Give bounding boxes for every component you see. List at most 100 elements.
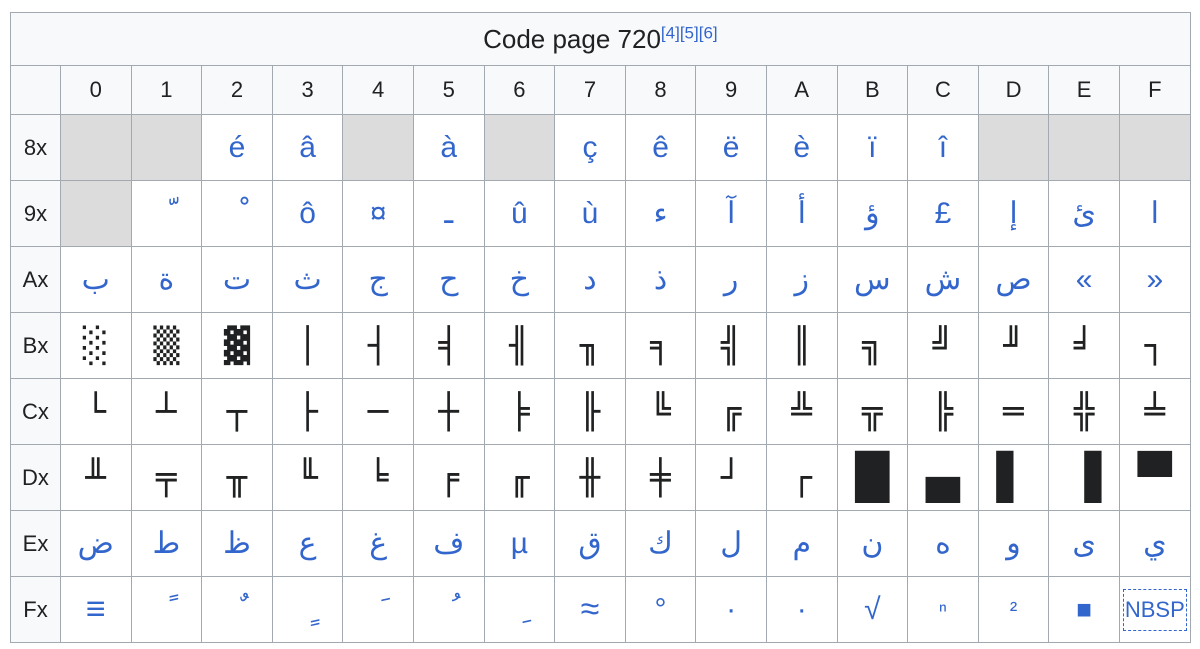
- char-cell[interactable]: ٍ: [271, 576, 344, 643]
- char-cell[interactable]: ِ: [483, 576, 556, 643]
- char-cell[interactable]: µ: [483, 510, 556, 577]
- char-cell[interactable]: û: [483, 180, 556, 247]
- char-cell[interactable]: ▀: [1118, 444, 1191, 511]
- char-cell[interactable]: ╒: [412, 444, 485, 511]
- char-cell[interactable]: ô: [271, 180, 344, 247]
- char-cell[interactable]: ■: [1048, 576, 1120, 643]
- char-cell[interactable]: أ: [765, 180, 838, 247]
- char-cell[interactable]: »: [1118, 246, 1191, 313]
- char-cell[interactable]: ≈: [554, 576, 626, 643]
- char-cell[interactable]: ╗: [836, 312, 909, 379]
- char-cell[interactable]: ╘: [342, 444, 414, 511]
- char-cell[interactable]: ┼: [412, 378, 485, 445]
- char-cell[interactable]: ظ: [201, 510, 273, 577]
- char-cell[interactable]: د: [554, 246, 626, 313]
- char-cell[interactable]: ع: [271, 510, 344, 577]
- char-cell[interactable]: ┘: [695, 444, 767, 511]
- char-cell[interactable]: £: [907, 180, 979, 247]
- char-cell[interactable]: ╓: [483, 444, 556, 511]
- char-cell[interactable]: ّ: [130, 180, 203, 247]
- char-cell[interactable]: █: [836, 444, 909, 511]
- char-cell[interactable]: à: [412, 114, 485, 181]
- char-cell[interactable]: °: [624, 576, 697, 643]
- char-cell[interactable]: ²: [977, 576, 1050, 643]
- char-cell[interactable]: و: [977, 510, 1050, 577]
- char-cell[interactable]: ╣: [695, 312, 767, 379]
- char-cell[interactable]: خ: [483, 246, 556, 313]
- char-cell[interactable]: ش: [907, 246, 979, 313]
- char-cell[interactable]: ╙: [271, 444, 344, 511]
- char-cell[interactable]: ╕: [624, 312, 697, 379]
- char-cell[interactable]: ث: [271, 246, 344, 313]
- char-cell[interactable]: └: [60, 378, 132, 445]
- char-cell[interactable]: ▄: [907, 444, 979, 511]
- char-cell[interactable]: ج: [342, 246, 414, 313]
- char-cell[interactable]: ر: [695, 246, 767, 313]
- char-cell[interactable]: ╫: [554, 444, 626, 511]
- char-cell[interactable]: ة: [130, 246, 203, 313]
- char-cell[interactable]: ╩: [765, 378, 838, 445]
- char-cell[interactable]: ë: [695, 114, 767, 181]
- char-cell[interactable]: ض: [60, 510, 132, 577]
- char-cell[interactable]: ذ: [624, 246, 697, 313]
- char-cell[interactable]: ·: [765, 576, 838, 643]
- char-cell[interactable]: ╡: [412, 312, 485, 379]
- char-cell[interactable]: ╪: [624, 444, 697, 511]
- char-cell[interactable]: ل: [695, 510, 767, 577]
- char-cell[interactable]: ْ: [201, 180, 273, 247]
- char-cell[interactable]: ╬: [1048, 378, 1120, 445]
- char-cell[interactable]: ص: [977, 246, 1050, 313]
- char-cell[interactable]: ▓: [201, 312, 273, 379]
- char-cell[interactable]: ╥: [201, 444, 273, 511]
- char-cell[interactable]: ç: [554, 114, 626, 181]
- char-cell[interactable]: ┤: [342, 312, 414, 379]
- char-cell[interactable]: ⁿ: [907, 576, 979, 643]
- char-cell[interactable]: ù: [554, 180, 626, 247]
- char-cell[interactable]: إ: [977, 180, 1050, 247]
- char-cell[interactable]: ٌ: [201, 576, 273, 643]
- char-cell[interactable]: ║: [765, 312, 838, 379]
- char-cell[interactable]: ╚: [624, 378, 697, 445]
- char-cell[interactable]: ط: [130, 510, 203, 577]
- char-cell[interactable]: ═: [977, 378, 1050, 445]
- char-cell[interactable]: ├: [271, 378, 344, 445]
- char-cell[interactable]: ╝: [907, 312, 979, 379]
- char-cell[interactable]: َ: [342, 576, 414, 643]
- char-cell[interactable]: غ: [342, 510, 414, 577]
- char-cell[interactable]: ╜: [977, 312, 1050, 379]
- char-cell-nbsp[interactable]: NBSP: [1118, 576, 1191, 643]
- char-cell[interactable]: é: [201, 114, 273, 181]
- char-cell[interactable]: ى: [1048, 510, 1120, 577]
- char-cell[interactable]: ً: [130, 576, 203, 643]
- char-cell[interactable]: ئ: [1048, 180, 1120, 247]
- char-cell[interactable]: ╟: [554, 378, 626, 445]
- char-cell[interactable]: ▐: [1048, 444, 1120, 511]
- char-cell[interactable]: ╛: [1048, 312, 1120, 379]
- char-cell[interactable]: ز: [765, 246, 838, 313]
- char-cell[interactable]: è: [765, 114, 838, 181]
- char-cell[interactable]: ╢: [483, 312, 556, 379]
- char-cell[interactable]: ت: [201, 246, 273, 313]
- char-cell[interactable]: آ: [695, 180, 767, 247]
- char-cell[interactable]: ░: [60, 312, 132, 379]
- char-cell[interactable]: ╔: [695, 378, 767, 445]
- char-cell[interactable]: ▒: [130, 312, 203, 379]
- char-cell[interactable]: ≡: [60, 576, 132, 643]
- char-cell[interactable]: ¤: [342, 180, 414, 247]
- char-cell[interactable]: ق: [554, 510, 626, 577]
- citation-link-6[interactable]: [6]: [699, 23, 718, 42]
- char-cell[interactable]: ـ: [412, 180, 485, 247]
- char-cell[interactable]: î: [907, 114, 979, 181]
- char-cell[interactable]: ┴: [130, 378, 203, 445]
- char-cell[interactable]: ك: [624, 510, 697, 577]
- char-cell[interactable]: ╖: [554, 312, 626, 379]
- char-cell[interactable]: ُ: [412, 576, 485, 643]
- char-cell[interactable]: س: [836, 246, 909, 313]
- char-cell[interactable]: ╧: [1118, 378, 1191, 445]
- citation-link-5[interactable]: [5]: [680, 23, 699, 42]
- citation-link-4[interactable]: [4]: [661, 23, 680, 42]
- char-cell[interactable]: ╞: [483, 378, 556, 445]
- char-cell[interactable]: ─: [342, 378, 414, 445]
- char-cell[interactable]: ن: [836, 510, 909, 577]
- char-cell[interactable]: ي: [1118, 510, 1191, 577]
